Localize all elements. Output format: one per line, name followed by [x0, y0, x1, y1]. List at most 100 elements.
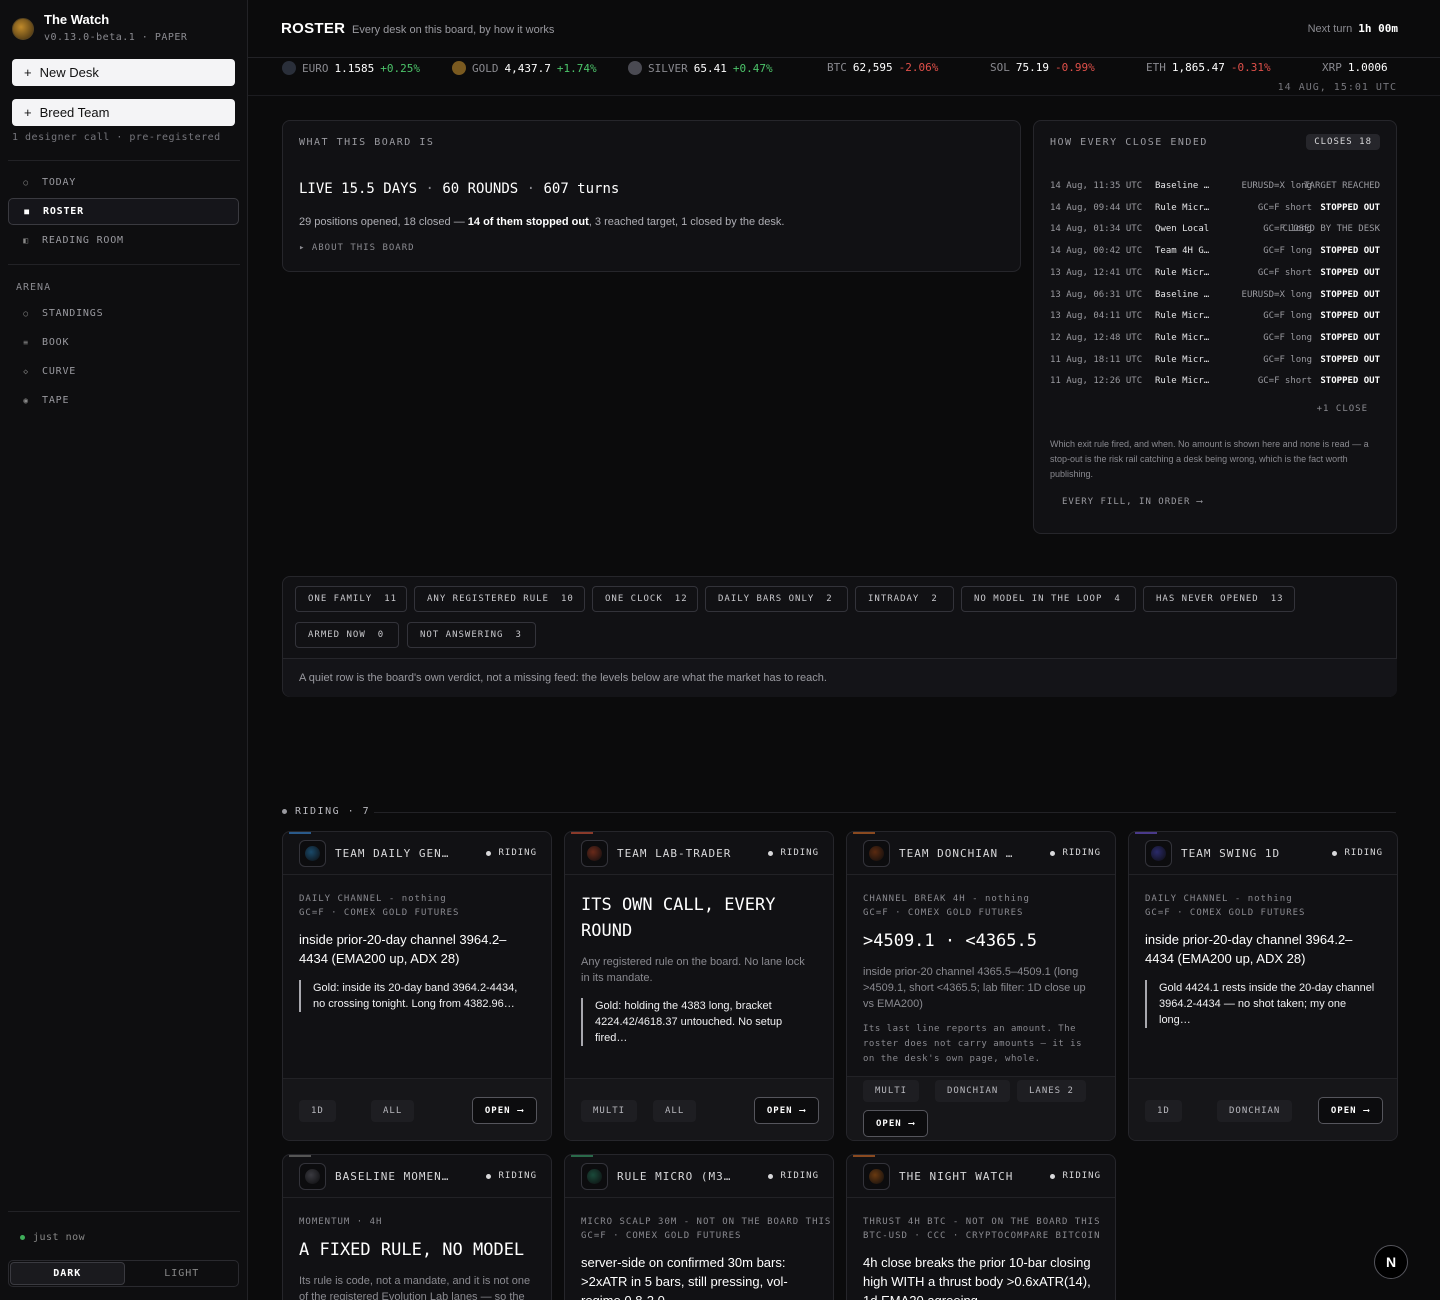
- close-row[interactable]: 14 Aug, 11:35 UTC Baseline Momentum EURUSD…: [1050, 181, 1380, 195]
- about-board-toggle[interactable]: ▸ ABOUT THIS BOARD: [299, 243, 415, 253]
- close-row[interactable]: 11 Aug, 12:26 UTC Rule Micro (M30) GC=F sh…: [1050, 376, 1380, 390]
- ticker-item[interactable]: BTC 62,595 -2.06%: [827, 61, 938, 74]
- desk-card[interactable]: BASELINE MOMENTUM RIDING MOMENTUM · 4H A FI…: [282, 1154, 552, 1300]
- close-row[interactable]: 12 Aug, 12:48 UTC Rule Micro (M30) GC=F lo…: [1050, 333, 1380, 347]
- close-desk: Team 4H General: [1155, 246, 1213, 257]
- close-row[interactable]: 14 Aug, 00:42 UTC Team 4H General GC=F lon…: [1050, 246, 1380, 260]
- ticker-item[interactable]: GOLD 4,437.7 +1.74%: [452, 61, 597, 75]
- nav-item-curve[interactable]: ◇ CURVE: [8, 358, 239, 385]
- desc-emphasis: 14 of them stopped out: [467, 216, 589, 228]
- desk-condition: 4h close breaks the prior 10-bar closing…: [863, 1255, 1091, 1300]
- ticker-change: -0.99%: [1055, 61, 1095, 74]
- filter-chip[interactable]: NO MODEL IN THE LOOP 4: [961, 586, 1136, 612]
- close-row[interactable]: 13 Aug, 06:31 UTC Baseline Momentum EURUSD…: [1050, 290, 1380, 304]
- ticker-item[interactable]: EURO 1.1585 +0.25%: [282, 61, 420, 75]
- chip-label: NOT ANSWERING: [420, 630, 504, 640]
- ticker-value: 62,595: [852, 61, 893, 74]
- filter-chip[interactable]: ARMED NOW 0: [295, 622, 399, 648]
- close-row[interactable]: 14 Aug, 09:44 UTC Rule Micro (M30) GC=F sh…: [1050, 203, 1380, 217]
- brand[interactable]: The Watch v0.13.0-beta.1 · PAPER: [12, 12, 187, 43]
- open-desk-button[interactable]: OPEN ⟶: [1317, 1097, 1383, 1124]
- ticker-item[interactable]: ETH 1,865.47 -0.31%: [1146, 61, 1271, 74]
- chip-count: 13: [1270, 594, 1284, 604]
- card-body: ITS OWN CALL, EVERY ROUND Any registered …: [581, 892, 833, 1046]
- desk-card[interactable]: TEAM DONCHIAN 4H RIDING CHANNEL BREAK 4H -…: [846, 831, 1116, 1141]
- nav-label: TODAY: [42, 177, 77, 188]
- desk-instrument: GC=F · COMEX GOLD FUTURES: [1145, 908, 1306, 918]
- close-position: GC=F short: [1257, 376, 1312, 387]
- filter-chip[interactable]: ONE CLOCK 12: [592, 586, 698, 612]
- desk-tag: DONCHIAN: [1217, 1100, 1293, 1122]
- filter-chip[interactable]: NOT ANSWERING 3: [407, 622, 536, 648]
- close-position: GC=F short: [1257, 202, 1312, 213]
- desk-card[interactable]: TEAM LAB-TRADER RIDING ITS OWN CALL, EVERY…: [564, 831, 834, 1141]
- filter-chip[interactable]: ONE FAMILY 11: [295, 586, 407, 612]
- status-dot-icon: [486, 1173, 492, 1179]
- close-row[interactable]: 13 Aug, 04:11 UTC Rule Micro (M30) GC=F lo…: [1050, 311, 1380, 325]
- close-time: 13 Aug, 12:41 UTC: [1050, 267, 1143, 278]
- ticker-item[interactable]: XRP 1.0006: [1322, 61, 1388, 74]
- diamond-icon: ◇: [23, 367, 29, 376]
- desk-card[interactable]: TEAM DAILY GENERAL RIDING DAILY CHANNEL - …: [282, 831, 552, 1141]
- open-desk-button[interactable]: OPEN ⟶: [753, 1097, 819, 1124]
- nav-item-reading-room[interactable]: ◧ READING ROOM: [8, 227, 239, 254]
- new-desk-button[interactable]: + New Desk: [12, 59, 235, 86]
- chip-label: NO MODEL IN THE LOOP: [974, 594, 1103, 604]
- ticker-item[interactable]: SOL 75.19 -0.99%: [990, 61, 1095, 74]
- filter-chip[interactable]: HAS NEVER OPENED 13: [1143, 586, 1295, 612]
- desk-card[interactable]: THE NIGHT WATCH RIDING THRUST 4H BTC - NOT…: [846, 1154, 1116, 1300]
- desk-card[interactable]: RULE MICRO (M30) RIDING MICRO SCALP 30M - …: [564, 1154, 834, 1300]
- status-dot-icon: [768, 1173, 774, 1179]
- status-badge: RIDING: [486, 1171, 537, 1181]
- book-icon: ◧: [23, 236, 29, 245]
- close-row[interactable]: 13 Aug, 12:41 UTC Rule Micro (M30) GC=F sh…: [1050, 268, 1380, 282]
- close-desk: Rule Micro (M30): [1155, 311, 1213, 322]
- close-row[interactable]: 11 Aug, 18:11 UTC Rule Micro (M30) GC=F lo…: [1050, 355, 1380, 369]
- chip-label: ONE CLOCK: [605, 594, 663, 604]
- nav-item-roster[interactable]: ■ ROSTER: [8, 198, 239, 225]
- ticker-change: +1.74%: [556, 61, 597, 75]
- close-row[interactable]: 14 Aug, 01:34 UTC Qwen Local GC=F long CLOS…: [1050, 224, 1380, 238]
- chip-label: DAILY BARS ONLY: [718, 594, 815, 604]
- board-stats: LIVE 15.5 DAYS · 60 ROUNDS · 607 turns: [299, 181, 620, 197]
- next-turn: Next turn 1h 00m: [1308, 22, 1398, 35]
- ticker-value: 75.19: [1015, 61, 1049, 74]
- desk-name: TEAM SWING 1D: [1181, 847, 1281, 860]
- open-desk-button[interactable]: OPEN ⟶: [863, 1110, 929, 1137]
- ticker-change: +0.25%: [380, 61, 420, 75]
- ticker-name: XRP: [1322, 61, 1342, 74]
- card-header: THE NIGHT WATCH RIDING: [847, 1155, 1115, 1198]
- card-body: MOMENTUM · 4H A FIXED RULE, NO MODEL Its r…: [299, 1215, 551, 1300]
- more-closes-link[interactable]: +1 CLOSE: [1317, 404, 1368, 414]
- open-desk-button[interactable]: OPEN ⟶: [471, 1097, 537, 1124]
- breed-team-button[interactable]: + Breed Team: [12, 99, 235, 126]
- status-text: RIDING: [1062, 1171, 1101, 1181]
- riding-section-label: RIDING · 7: [282, 806, 370, 817]
- chip-count: 2: [826, 594, 833, 604]
- nav-item-book[interactable]: ≡ BOOK: [8, 329, 239, 356]
- theme-light-button[interactable]: LIGHT: [126, 1261, 239, 1286]
- every-fill-link[interactable]: EVERY FILL, IN ORDER ⟶: [1062, 497, 1203, 507]
- nav-item-today[interactable]: ○ TODAY: [8, 169, 239, 196]
- nav-item-standings[interactable]: ○ STANDINGS: [8, 300, 239, 327]
- nav-label: ROSTER: [43, 206, 84, 217]
- assistant-button[interactable]: N: [1374, 1245, 1408, 1279]
- chip-count: 0: [377, 630, 385, 640]
- filter-chip[interactable]: DAILY BARS ONLY 2: [705, 586, 848, 612]
- sync-status: just now: [20, 1232, 85, 1243]
- card-header: RULE MICRO (M30) RIDING: [565, 1155, 833, 1198]
- desk-last-line: Gold: holding the 4383 long, bracket 422…: [581, 998, 811, 1046]
- close-desk: Rule Micro (M30): [1155, 376, 1213, 387]
- desk-headline: ITS OWN CALL, EVERY ROUND: [581, 895, 776, 941]
- ticker-item[interactable]: SILVER 65.41 +0.47%: [628, 61, 773, 75]
- desk-tag: 1D: [299, 1100, 336, 1122]
- filter-chip[interactable]: INTRADAY 2: [855, 586, 954, 612]
- close-outcome: STOPPED OUT: [1320, 267, 1380, 278]
- desk-card[interactable]: TEAM SWING 1D RIDING DAILY CHANNEL - nothi…: [1128, 831, 1398, 1141]
- nav-item-tape[interactable]: ◉ TAPE: [8, 387, 239, 414]
- filter-chip[interactable]: ANY REGISTERED RULE 10: [414, 586, 585, 612]
- close-outcome: TARGET REACHED: [1304, 181, 1380, 191]
- status-badge: RIDING: [1050, 848, 1101, 858]
- ticker-value: 1.1585: [334, 61, 375, 75]
- theme-dark-button[interactable]: DARK: [10, 1262, 125, 1285]
